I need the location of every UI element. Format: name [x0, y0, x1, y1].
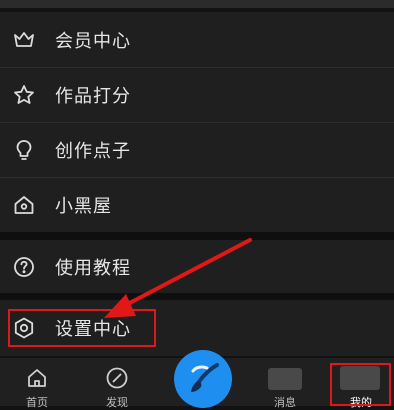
tab-home[interactable]: 首页	[2, 358, 72, 409]
create-button[interactable]	[174, 350, 232, 408]
compass-icon	[105, 366, 129, 390]
tab-label: 发现	[106, 396, 128, 409]
tab-label: 消息	[274, 396, 296, 409]
tab-messages[interactable]: 消息	[250, 358, 320, 409]
home-icon	[25, 366, 49, 390]
highlight-box-mine-tab	[330, 363, 391, 406]
tab-label: 首页	[26, 396, 48, 409]
blurred-area	[268, 368, 302, 390]
annotation-arrow	[104, 238, 252, 318]
tab-discover[interactable]: 发现	[82, 358, 152, 409]
brush-icon	[183, 359, 223, 399]
